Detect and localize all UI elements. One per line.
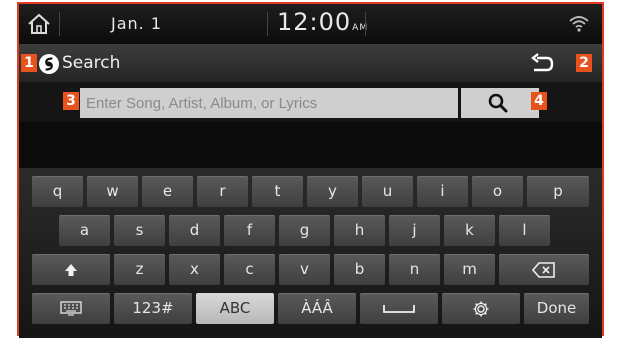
search-button[interactable]	[461, 88, 539, 118]
wifi-icon	[569, 16, 589, 32]
keyboard-icon	[60, 300, 82, 316]
title-bar: 1 Search 2	[19, 44, 602, 82]
done-key[interactable]: Done	[524, 293, 589, 324]
onscreen-keyboard: q w e r t y u i o p a s d f g h j k l z …	[19, 168, 602, 338]
back-icon[interactable]	[529, 53, 555, 75]
space-key[interactable]	[360, 293, 438, 324]
home-icon[interactable]	[25, 10, 53, 38]
key[interactable]: v	[279, 254, 330, 285]
numbers-key[interactable]: 123#	[114, 293, 192, 324]
key[interactable]: j	[389, 215, 440, 246]
callout-badge-2: 2	[576, 54, 592, 72]
key[interactable]: p	[527, 176, 589, 207]
key[interactable]: f	[224, 215, 275, 246]
page-title: Search	[62, 53, 121, 73]
key[interactable]: k	[444, 215, 495, 246]
settings-icon	[473, 301, 489, 316]
key[interactable]: a	[59, 215, 110, 246]
settings-key[interactable]	[442, 293, 520, 324]
space-icon	[383, 304, 415, 313]
key[interactable]: r	[197, 176, 248, 207]
clock-time: 12:00	[277, 8, 352, 36]
callout-badge-1: 1	[21, 54, 37, 72]
callout-badge-3: 3	[63, 92, 79, 110]
key[interactable]: c	[224, 254, 275, 285]
search-input[interactable]	[80, 88, 458, 118]
key[interactable]: l	[499, 215, 550, 246]
key[interactable]: u	[362, 176, 413, 207]
key[interactable]: e	[142, 176, 193, 207]
key[interactable]: m	[444, 254, 495, 285]
backspace-key[interactable]	[499, 254, 589, 285]
key[interactable]: w	[87, 176, 138, 207]
key[interactable]: n	[389, 254, 440, 285]
key[interactable]: y	[307, 176, 358, 207]
search-icon	[488, 93, 508, 113]
key[interactable]: z	[114, 254, 165, 285]
status-date: Jan. 1	[111, 14, 163, 33]
key[interactable]: s	[114, 215, 165, 246]
key[interactable]: o	[472, 176, 523, 207]
shift-icon	[65, 263, 77, 276]
status-divider	[365, 12, 366, 36]
key[interactable]: i	[417, 176, 468, 207]
abc-key[interactable]: ABC	[196, 293, 274, 324]
key[interactable]: x	[169, 254, 220, 285]
status-divider	[59, 12, 60, 36]
key[interactable]: d	[169, 215, 220, 246]
callout-badge-4: 4	[531, 92, 547, 110]
keyboard-layout-key[interactable]	[32, 293, 110, 324]
status-divider	[267, 12, 268, 36]
shift-key[interactable]	[32, 254, 110, 285]
key[interactable]: t	[252, 176, 303, 207]
status-bar: Jan. 1 12:00AM	[19, 4, 602, 44]
head-unit-screen: Jan. 1 12:00AM 1 Search 2 3 Enter Song, …	[19, 4, 602, 338]
key[interactable]: g	[279, 215, 330, 246]
key[interactable]: h	[334, 215, 385, 246]
accents-key[interactable]: ÀÁÂ	[278, 293, 356, 324]
search-row: 3 4	[19, 82, 602, 122]
key[interactable]: q	[32, 176, 83, 207]
backspace-icon	[531, 261, 555, 278]
shazam-icon	[39, 54, 59, 74]
key[interactable]: b	[334, 254, 385, 285]
status-clock: 12:00AM	[277, 8, 368, 36]
